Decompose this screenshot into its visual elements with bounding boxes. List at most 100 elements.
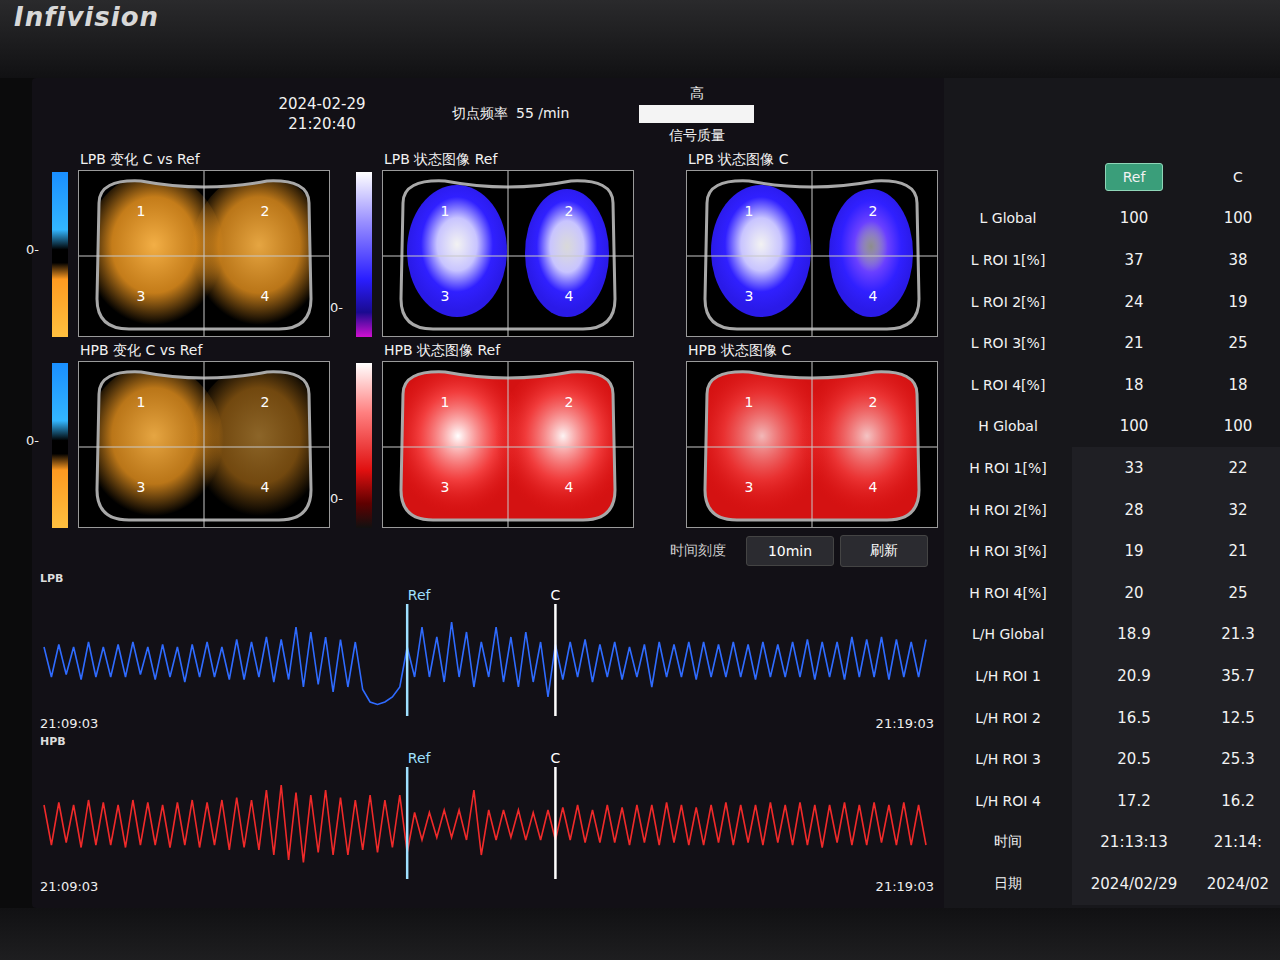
waveform-start-time: 21:09:03	[40, 716, 98, 731]
row-value: 18	[1072, 364, 1196, 406]
row-value: 21	[1196, 530, 1280, 572]
quadrant-label: 3	[441, 479, 450, 495]
row-value: 2024/02/29	[1072, 863, 1196, 905]
image-title: HPB 状态图像 C	[686, 341, 938, 359]
image-grid: 0-LPB 变化 C vs Ref12340-LPB 状态图像 Ref1234L…	[40, 150, 944, 528]
row-label: L ROI 3[%]	[944, 335, 1072, 351]
row-value: 100	[1196, 406, 1280, 448]
quadrant-label: 2	[869, 203, 878, 219]
monitor-bezel: Infivision	[0, 0, 1280, 78]
quadrant-label: 3	[137, 479, 146, 495]
waveform-start-time: 21:09:03	[40, 879, 98, 894]
page: Infivision 2024-02-2921:20:40 切点频率 55 /min 高…	[0, 0, 1280, 960]
quadrant-label: 4	[869, 479, 878, 495]
control-button[interactable]: 10min	[746, 536, 834, 566]
row-label: L ROI 2[%]	[944, 294, 1072, 310]
eit-image: 1234	[382, 361, 634, 528]
row-value: 28	[1072, 489, 1196, 531]
waveform-chart: Ref C	[40, 749, 930, 879]
quality-label: 信号质量	[669, 126, 725, 144]
waveform-marker: Ref	[407, 750, 431, 879]
row-value: 37	[1072, 239, 1196, 281]
scale: 0-	[40, 363, 68, 528]
image-cell: 0-HPB 变化 C vs Ref1234	[40, 341, 330, 528]
scale: 0-	[344, 363, 372, 528]
waveform-marker: C	[551, 750, 561, 879]
row-value: 24	[1072, 281, 1196, 323]
row-value: 25	[1196, 572, 1280, 614]
date: 2024-02-29	[278, 94, 365, 114]
image-cell: 0-LPB 状态图像 Ref1234	[344, 150, 634, 337]
table-row: L/H ROI 320.525.3	[944, 738, 1280, 780]
table-row: H ROI 4[%]2025	[944, 572, 1280, 614]
table-row: L Global100100	[944, 198, 1280, 240]
row-value: 38	[1196, 239, 1280, 281]
screen: 2024-02-2921:20:40 切点频率 55 /min 高信号质量 0-LPB …	[32, 78, 1280, 908]
row-label: L ROI 4[%]	[944, 377, 1072, 393]
table-row: L/H ROI 216.512.5	[944, 697, 1280, 739]
row-value: 25	[1196, 322, 1280, 364]
table-row: L ROI 1[%]3738	[944, 239, 1280, 281]
row-value: 17.2	[1072, 780, 1196, 822]
control-button[interactable]: 刷新	[840, 535, 928, 567]
quadrant-label: 4	[565, 479, 574, 495]
row-label: L/H ROI 2	[944, 710, 1072, 726]
table-row: 时间21:13:1321:14:	[944, 822, 1280, 864]
rate-label: 切点频率	[452, 105, 508, 123]
quality-bar	[639, 105, 754, 123]
row-value: 32	[1196, 489, 1280, 531]
image-cell: 0-LPB 变化 C vs Ref1234	[40, 150, 330, 337]
brand-logo: Infivision	[14, 2, 159, 32]
row-label: L/H ROI 4	[944, 793, 1072, 809]
row-value: 20.5	[1072, 738, 1196, 780]
metrics-table: RefCL Global100100L ROI 1[%]3738L ROI 2[…	[944, 78, 1280, 908]
waveform-name: LPB	[40, 572, 944, 586]
waveform: HPBRefC21:09:0321:19:03	[40, 735, 944, 894]
quadrant-label: 2	[261, 394, 270, 410]
column-button[interactable]: Ref	[1105, 163, 1163, 191]
scale-label: 0-	[330, 491, 343, 506]
row-value: 19	[1196, 281, 1280, 323]
row-label: 日期	[944, 875, 1072, 893]
waveform: LPBRefC21:09:0321:19:03	[40, 572, 944, 731]
rate-value: 55 /min	[516, 105, 569, 123]
eit-image: 1234	[686, 361, 938, 528]
quadrant-label: 1	[137, 203, 146, 219]
row-label: 时间	[944, 833, 1072, 851]
row-label: H ROI 2[%]	[944, 502, 1072, 518]
row-value: 16.5	[1072, 697, 1196, 739]
table-row: 日期2024/02/292024/02	[944, 863, 1280, 905]
row-value: 100	[1072, 198, 1196, 240]
row-value: 25.3	[1196, 738, 1280, 780]
controls: 时间刻度10min刷新	[40, 528, 944, 568]
row-value: 21	[1072, 322, 1196, 364]
scale-bar	[356, 363, 372, 528]
table-row: H Global100100	[944, 406, 1280, 448]
row-label: H ROI 4[%]	[944, 585, 1072, 601]
table-header: Ref C	[944, 156, 1280, 198]
scale-label: 0-	[26, 433, 39, 448]
scale-bar	[52, 172, 68, 337]
quadrant-label: 2	[565, 203, 574, 219]
table-row: L ROI 3[%]2125	[944, 322, 1280, 364]
table-row: L ROI 4[%]1818	[944, 364, 1280, 406]
monitor-bezel-bottom	[0, 908, 1280, 960]
quadrant-label: 4	[869, 288, 878, 304]
scale-bar	[356, 172, 372, 337]
signal-quality: 高信号质量	[639, 84, 754, 144]
image-pane: 2024-02-2921:20:40 切点频率 55 /min 高信号质量 0-LPB …	[32, 78, 944, 908]
datetime: 2024-02-2921:20:40	[272, 94, 372, 134]
column-button[interactable]: C	[1209, 163, 1267, 191]
table-row: L/H Global18.921.3	[944, 614, 1280, 656]
row-value: 100	[1072, 406, 1196, 448]
row-label: L/H ROI 1	[944, 668, 1072, 684]
quadrant-label: 3	[441, 288, 450, 304]
row-label: L ROI 1[%]	[944, 252, 1072, 268]
quadrant-label: 3	[745, 288, 754, 304]
time: 21:20:40	[288, 114, 355, 134]
scale: 0-	[40, 172, 68, 337]
row-label: L/H Global	[944, 626, 1072, 642]
quadrant-label: 2	[869, 394, 878, 410]
